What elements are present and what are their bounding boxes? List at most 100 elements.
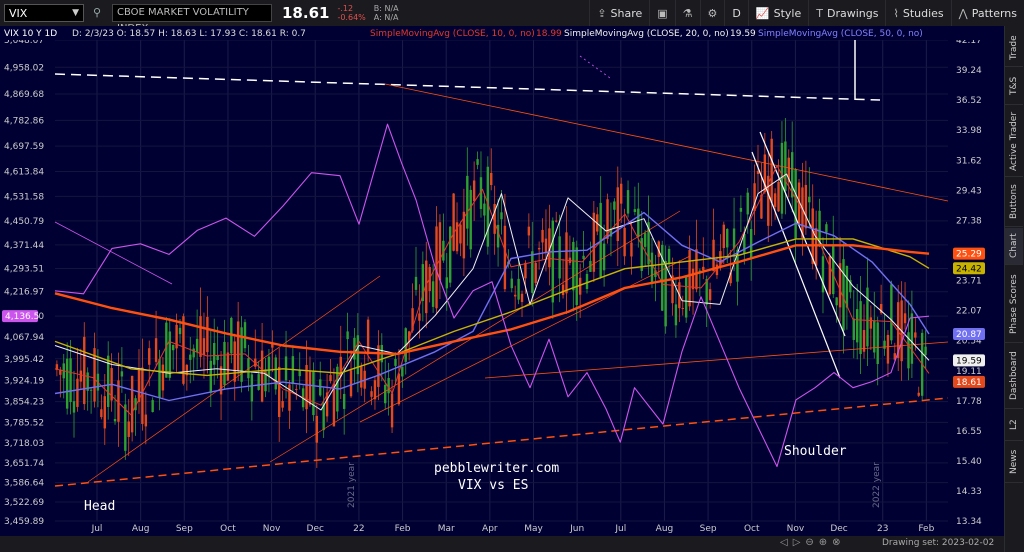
last-price: 18.61 bbox=[282, 4, 330, 22]
tab-dashboard[interactable]: Dashboard bbox=[1005, 344, 1023, 409]
sma50-legend: SimpleMovingAvg (CLOSE, 50, 0, no) bbox=[758, 29, 923, 39]
candle-body bbox=[206, 316, 209, 353]
candle-body bbox=[452, 193, 455, 251]
candle-body bbox=[103, 396, 106, 429]
bid: B: N/A bbox=[373, 4, 399, 13]
drawings-label: Drawings bbox=[826, 6, 879, 20]
studies-label: Studies bbox=[902, 6, 944, 20]
right-tick-label: 23.71 bbox=[956, 277, 982, 287]
candle-body bbox=[189, 354, 192, 360]
candle-body bbox=[120, 371, 124, 377]
candle-body bbox=[917, 392, 920, 396]
candle-body bbox=[886, 334, 890, 364]
x-tick-label: 22 bbox=[353, 524, 364, 534]
left-tick-label: 4,782.86 bbox=[4, 116, 44, 126]
candle-body bbox=[674, 304, 678, 326]
tab-trade[interactable]: Trade bbox=[1005, 30, 1023, 67]
candle-body bbox=[924, 346, 927, 356]
candle-body bbox=[267, 356, 271, 377]
share-icon: ⇪ bbox=[597, 6, 607, 20]
right-tick-label: 14.33 bbox=[956, 487, 982, 497]
candle-body bbox=[459, 224, 462, 244]
candle-body bbox=[623, 227, 626, 257]
candle-body bbox=[681, 307, 684, 310]
candle-body bbox=[148, 348, 151, 365]
candle-body bbox=[708, 289, 712, 301]
zoom-tools[interactable]: ◁▷⊖⊕⊗ bbox=[780, 537, 846, 548]
year-marker-2021: 2021 year bbox=[347, 462, 357, 508]
toolbar-actions: ⇪ Share ▣ ⚗ ⚙ D 📈 Style T Drawings ⌇ Studies… bbox=[589, 0, 1024, 26]
tab-news[interactable]: News bbox=[1005, 442, 1023, 483]
x-tick-label: Aug bbox=[132, 524, 150, 534]
candle-body bbox=[770, 138, 773, 203]
x-tick-label: Apr bbox=[482, 524, 498, 534]
chevron-down-icon[interactable]: ▼ bbox=[72, 8, 79, 18]
left-tick-label: 3,785.52 bbox=[4, 418, 44, 428]
candle-body bbox=[449, 226, 452, 283]
candle-body bbox=[250, 374, 254, 402]
tab-l2[interactable]: L2 bbox=[1005, 410, 1023, 441]
aggregation-button[interactable]: D bbox=[724, 0, 747, 26]
candle-body bbox=[633, 209, 637, 212]
candle-body bbox=[315, 415, 319, 443]
candle-body bbox=[243, 322, 247, 349]
candle-body bbox=[199, 316, 202, 357]
candle-body bbox=[828, 256, 832, 295]
price-chart[interactable]: 5,048.074,958.024,869.684,782.864,697.59… bbox=[0, 26, 1004, 536]
style-button[interactable]: 📈 Style bbox=[747, 0, 808, 26]
candle-body bbox=[910, 313, 914, 364]
candle-body bbox=[630, 242, 633, 257]
candle-body bbox=[377, 345, 380, 387]
bid-ask: B: N/A A: N/A bbox=[374, 4, 399, 22]
candle-body bbox=[667, 248, 671, 265]
tab-buttons[interactable]: Buttons bbox=[1005, 178, 1023, 227]
candle-body bbox=[756, 170, 760, 174]
candle-body bbox=[613, 201, 616, 210]
candle-body bbox=[661, 244, 664, 311]
right-tick-label: 15.40 bbox=[956, 457, 982, 467]
candle-body bbox=[349, 370, 353, 397]
flask-button[interactable]: ⚗ bbox=[674, 0, 700, 26]
candle-body bbox=[161, 364, 165, 391]
candle-body bbox=[664, 260, 667, 327]
link-icon[interactable]: ⚲ bbox=[90, 6, 104, 20]
candle-body bbox=[370, 391, 373, 397]
left-tick-label: 3,995.42 bbox=[4, 355, 44, 365]
candle-body bbox=[209, 360, 212, 393]
tab-phase-scores[interactable]: Phase Scores bbox=[1005, 266, 1023, 343]
candle-body bbox=[582, 255, 585, 259]
drawings-button[interactable]: T Drawings bbox=[808, 0, 885, 26]
candle-body bbox=[476, 159, 479, 165]
patterns-icon: ⋀ bbox=[958, 6, 968, 20]
sma20-value: 19.59 bbox=[730, 29, 756, 39]
candle-body bbox=[500, 212, 503, 220]
share-button[interactable]: ⇪ Share bbox=[589, 0, 649, 26]
candle-body bbox=[178, 327, 182, 335]
x-tick-label: Jun bbox=[569, 524, 584, 534]
candle-body bbox=[445, 277, 448, 289]
candle-body bbox=[312, 370, 315, 416]
drawing-icon: T bbox=[816, 6, 823, 20]
studies-icon: ⌇ bbox=[893, 6, 899, 20]
tab-ts[interactable]: T&S bbox=[1005, 68, 1023, 105]
studies-button[interactable]: ⌇ Studies bbox=[885, 0, 950, 26]
candle-body bbox=[79, 370, 83, 382]
right-tick-label: 27.38 bbox=[956, 216, 982, 226]
clipboard-button[interactable]: ▣ bbox=[649, 0, 674, 26]
symbol-selector[interactable]: VIX ▼ bbox=[4, 4, 84, 22]
settings-button[interactable]: ⚙ bbox=[699, 0, 725, 26]
candle-body bbox=[777, 181, 780, 212]
tab-chart[interactable]: Chart bbox=[1005, 228, 1023, 265]
candle-body bbox=[401, 366, 404, 377]
candle-body bbox=[76, 378, 79, 407]
candle-body bbox=[890, 284, 893, 341]
candle-body bbox=[329, 375, 332, 382]
candle-body bbox=[572, 241, 575, 291]
tab-active-trader[interactable]: Active Trader bbox=[1005, 106, 1023, 177]
candle-body bbox=[72, 401, 76, 413]
left-tick-label: 3,651.74 bbox=[4, 459, 44, 469]
left-tick-label: 4,531.58 bbox=[4, 192, 44, 202]
candle-body bbox=[384, 384, 387, 404]
patterns-button[interactable]: ⋀ Patterns bbox=[950, 0, 1024, 26]
candle-body bbox=[510, 278, 513, 289]
